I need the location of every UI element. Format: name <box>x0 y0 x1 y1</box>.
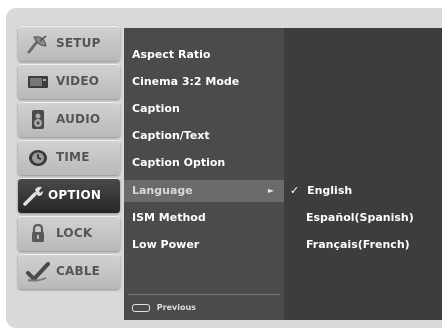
language-option-english[interactable]: ✓ English <box>290 180 352 202</box>
tab-audio[interactable]: AUDIO <box>18 102 120 137</box>
tab-label: SETUP <box>56 36 101 50</box>
wrench-icon <box>23 186 43 206</box>
menu-item-aspect-ratio[interactable]: Aspect Ratio <box>132 44 210 66</box>
menu-key-icon <box>132 303 150 312</box>
tab-lock[interactable]: LOCK <box>18 216 120 251</box>
tab-label: OPTION <box>48 188 102 202</box>
tab-cable[interactable]: CABLE <box>18 254 120 289</box>
menu-item-caption[interactable]: Caption <box>132 98 180 120</box>
previous-label: Previous <box>156 303 196 312</box>
option-menu: Aspect Ratio Cinema 3:2 Mode Caption Cap… <box>124 28 284 320</box>
tab-option[interactable]: OPTION <box>18 178 120 213</box>
tab-setup[interactable]: SETUP <box>18 26 120 61</box>
tab-label: CABLE <box>56 264 101 278</box>
category-sidebar: SETUP VIDEO AUDIO TIME OPTION LOCK CABLE <box>18 26 120 318</box>
language-option-french[interactable]: Français(French) <box>306 234 410 256</box>
tab-label: AUDIO <box>56 112 101 126</box>
tab-label: LOCK <box>56 226 93 240</box>
menu-item-label: Language <box>132 184 193 197</box>
menu-item-caption-text[interactable]: Caption/Text <box>132 125 210 147</box>
language-option-spanish[interactable]: Español(Spanish) <box>306 207 414 229</box>
menu-divider <box>128 294 280 295</box>
tab-label: TIME <box>56 150 90 164</box>
cable-check-icon <box>26 262 50 282</box>
satellite-dish-icon <box>27 35 47 54</box>
menu-item-cinema-mode[interactable]: Cinema 3:2 Mode <box>132 71 239 93</box>
menu-item-language[interactable]: Language ► <box>124 180 284 202</box>
clock-icon <box>29 150 47 166</box>
language-label: English <box>307 184 353 197</box>
submenu-arrow-icon: ► <box>267 186 274 195</box>
tab-label: VIDEO <box>56 74 100 88</box>
tv-screen-icon <box>28 76 48 88</box>
padlock-icon <box>32 223 44 242</box>
tab-time[interactable]: TIME <box>18 140 120 175</box>
tab-video[interactable]: VIDEO <box>18 64 120 99</box>
previous-hint: Previous <box>132 300 196 316</box>
checkmark-icon: ✓ <box>290 184 300 197</box>
menu-item-caption-option[interactable]: Caption Option <box>132 152 225 174</box>
menu-item-ism-method[interactable]: ISM Method <box>132 207 206 229</box>
speaker-icon <box>32 110 44 129</box>
menu-item-low-power[interactable]: Low Power <box>132 234 199 256</box>
language-submenu: ✓ English Español(Spanish) Français(Fren… <box>284 28 442 320</box>
